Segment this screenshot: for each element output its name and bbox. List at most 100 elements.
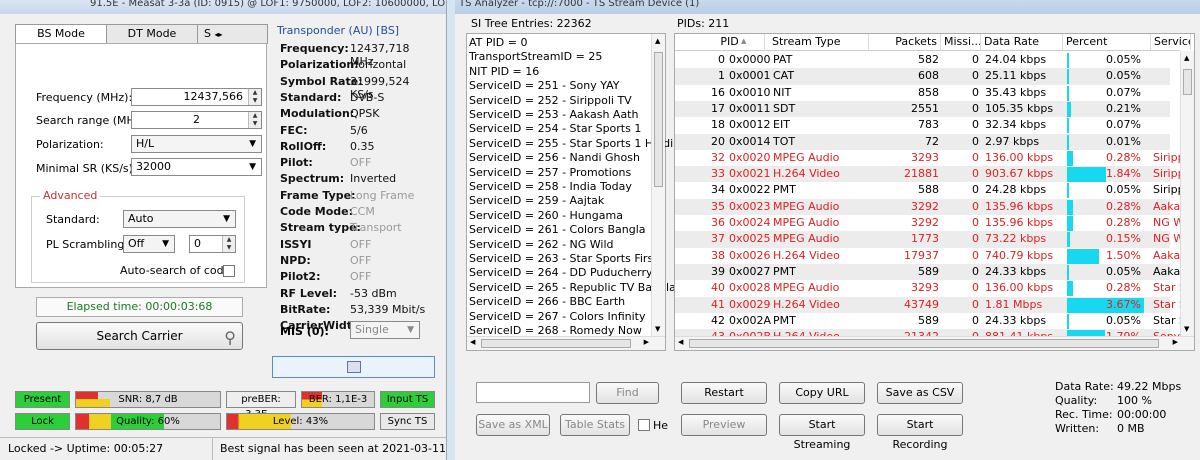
- mis-select[interactable]: Single ▼: [350, 321, 420, 339]
- table-row[interactable]: 43 0x002BH.264 Video213420 881.41 kbps1.79…: [675, 329, 1180, 336]
- scroll-right-icon[interactable]: ▶: [644, 338, 649, 346]
- frequency-spinner-icon[interactable]: ▲ ▼: [248, 89, 261, 105]
- scroll-right-icon[interactable]: ▶: [1173, 338, 1178, 346]
- pids-table[interactable]: PID Stream Type Packets Missi... Data Rate Pe…: [674, 33, 1195, 351]
- si-tree-item[interactable]: ServiceID = 262 - NG Wild: [469, 238, 614, 251]
- find-button[interactable]: Find: [596, 382, 659, 404]
- si-tree-item[interactable]: ServiceID = 266 - BBC Earth: [469, 295, 625, 308]
- hex-cell: 0x0024: [729, 216, 771, 229]
- transponder-key: Pilot:: [280, 156, 313, 170]
- tab-bs-mode[interactable]: BS Mode: [15, 24, 107, 44]
- si-horizontal-scrollbar[interactable]: ◀ ▶: [467, 336, 665, 350]
- si-tree-item[interactable]: ServiceID = 258 - India Today: [469, 180, 632, 193]
- missing-cell: 0: [972, 85, 979, 99]
- si-tree-item[interactable]: TransportStreamID = 25: [469, 50, 602, 63]
- search-range-input[interactable]: 2 ▲ ▼: [131, 111, 262, 129]
- autosearch-checkbox[interactable]: [223, 265, 235, 277]
- frequency-input[interactable]: 12437,566 ▲ ▼: [131, 88, 262, 106]
- column-header[interactable]: Data Rate: [981, 34, 1063, 50]
- column-header[interactable]: Percent: [1063, 34, 1151, 50]
- pl-code-input[interactable]: 0 ▲ ▼: [189, 235, 236, 253]
- pids-scroll-thumb[interactable]: [1183, 69, 1192, 95]
- polarization-select[interactable]: H/L ▼: [131, 135, 262, 153]
- start-recording-button[interactable]: Start Recording: [877, 414, 963, 451]
- table-row[interactable]: 33 0x0021 H.264 Video 21881 0 903.67 kbps 1.84…: [675, 166, 1180, 183]
- start-streaming-button[interactable]: Start Streaming: [779, 414, 865, 451]
- table-row[interactable]: 39 0x0027PMT 589 0 24.33 kbps 0.05% Aakash: [675, 263, 1180, 281]
- si-tree-item[interactable]: ServiceID = 259 - Aajtak: [469, 194, 604, 207]
- stream-type-cell: MPEG Audio: [773, 216, 840, 229]
- column-header[interactable]: Stream Type: [769, 34, 869, 50]
- column-header[interactable]: Missi...: [941, 34, 981, 50]
- spectrum-button[interactable]: [272, 356, 435, 378]
- si-tree-item[interactable]: ServiceID = 255 - Star Sports 1 Hindi: [469, 137, 673, 150]
- transponder-key: Standard:: [280, 90, 342, 104]
- standard-select[interactable]: Auto ▼: [123, 210, 236, 228]
- copy-url-button[interactable]: Copy URL: [779, 382, 865, 404]
- table-row[interactable]: 18 0x0012 EIT 783 0 32.34 kbps 0.07%: [675, 117, 1170, 134]
- he-checkbox[interactable]: [638, 419, 650, 431]
- si-tree-item[interactable]: ServiceID = 251 - Sony YAY: [469, 79, 619, 92]
- si-tree-list[interactable]: AT PID = 0 TransportStreamID = 25 NIT PID …: [466, 33, 676, 351]
- tab-s[interactable]: S ◂▸: [197, 24, 268, 44]
- table-row[interactable]: 37 0x0025 MPEG Audio 1773 0 73.22 kbps 0.15% NG…: [675, 231, 1180, 248]
- tab-dt-mode[interactable]: DT Mode: [106, 24, 198, 44]
- save-as-csv-button[interactable]: Save as CSV: [877, 382, 963, 404]
- table-row[interactable]: 17 0x0011 SDT 2551 0 105.35 kbps 0.21%: [675, 100, 1170, 118]
- si-hscroll-thumb[interactable]: [481, 339, 631, 348]
- save-as-xml-button[interactable]: Save as XML: [476, 414, 550, 436]
- si-tree-item[interactable]: ServiceID = 256 - Nandi Ghosh: [469, 151, 640, 164]
- minimal-sr-combo[interactable]: 32000 ▼: [131, 158, 262, 176]
- si-tree-item[interactable]: ServiceID = 260 - Hungama: [469, 209, 623, 222]
- column-header[interactable]: PID: [695, 34, 765, 50]
- table-stats-button[interactable]: Table Stats: [560, 414, 630, 436]
- pids-horizontal-scrollbar[interactable]: ◀ ▶: [675, 336, 1194, 350]
- scroll-up-icon[interactable]: ▲: [1184, 54, 1189, 62]
- scroll-down-icon[interactable]: ▼: [655, 325, 660, 333]
- table-row[interactable]: 40 0x0028 MPEG Audio 3293 0 136.00 kbps 0.28% S…: [675, 280, 1180, 297]
- scroll-left-icon[interactable]: ◀: [470, 338, 475, 346]
- search-range-spinner-icon[interactable]: ▲ ▼: [248, 112, 261, 128]
- si-tree-item[interactable]: ServiceID = 265 - Republic TV Bangla: [469, 281, 676, 294]
- table-row[interactable]: 0 0x0000 PAT 582 0 24.04 kbps 0.05%: [675, 52, 1170, 68]
- percent-cell: 1.79%: [1067, 329, 1151, 336]
- table-row[interactable]: 42 0x002APMT 589 0 24.33 kbps 0.05% Star Sp: [675, 313, 1180, 329]
- scroll-down-icon[interactable]: ▼: [1184, 325, 1189, 333]
- si-tree-item[interactable]: ServiceID = 257 - Promotions: [469, 166, 631, 179]
- si-scroll-thumb[interactable]: [654, 52, 663, 187]
- scroll-up-icon[interactable]: ▲: [655, 37, 660, 45]
- si-tree-item[interactable]: ServiceID = 254 - Star Sports 1: [469, 122, 641, 135]
- table-row[interactable]: 41 0x0029 H.264 Video 43749 0 1.81 Mbps 3.67% S…: [675, 296, 1180, 313]
- preview-button[interactable]: Preview: [681, 414, 767, 436]
- table-row[interactable]: 20 0x0014 TOT 72 0 2.97 kbps 0.01%: [675, 133, 1170, 150]
- pids-hscroll-thumb[interactable]: [689, 339, 1159, 348]
- hex-cell: 0x0028: [729, 281, 771, 295]
- si-tree-item[interactable]: AT PID = 0: [469, 36, 527, 49]
- restart-button[interactable]: Restart: [681, 382, 767, 404]
- si-tree-item[interactable]: ServiceID = 261 - Colors Bangla: [469, 223, 646, 236]
- find-input[interactable]: [476, 382, 590, 403]
- pl-scrambling-select[interactable]: Off ▼: [123, 235, 175, 253]
- tab-scroll-icon[interactable]: ◂▸: [214, 30, 222, 39]
- pids-vertical-scrollbar[interactable]: ▲ ▼: [1180, 51, 1194, 336]
- si-tree-item[interactable]: ServiceID = 253 - Aakash Aath: [469, 108, 638, 121]
- table-row[interactable]: 35 0x0023 MPEG Audio 3292 0 135.96 kbps 0.28% A…: [675, 198, 1180, 215]
- table-row[interactable]: 32 0x0020 MPEG Audio 3293 0 136.00 kbps 0.28% S…: [675, 150, 1180, 166]
- column-header[interactable]: Service: [1151, 34, 1191, 50]
- table-row[interactable]: 1 0x0001 CAT 608 0 25.11 kbps 0.05%: [675, 68, 1170, 85]
- pl-code-spinner-icon[interactable]: ▲ ▼: [222, 236, 235, 252]
- table-row[interactable]: 34 0x0022PMT 588 0 24.28 kbps 0.05% Sirippo: [675, 182, 1180, 199]
- scroll-left-icon[interactable]: ◀: [678, 338, 683, 346]
- si-tree-item[interactable]: ServiceID = 264 - DD Puducherry: [469, 266, 653, 279]
- table-row[interactable]: 16 0x0010 NIT 858 0 35.43 kbps 0.07%: [675, 85, 1170, 101]
- si-tree-item[interactable]: ServiceID = 263 - Star Sports First: [469, 252, 658, 265]
- search-carrier-button[interactable]: Search Carrier ⚲: [36, 322, 243, 350]
- si-tree-item[interactable]: ServiceID = 252 - Sirippoli TV: [469, 94, 632, 107]
- table-row[interactable]: 36 0x0024 MPEG Audio 3292 0 135.96 kbps 0.28% N…: [675, 215, 1180, 231]
- table-row[interactable]: 38 0x0026 H.264 Video 17937 0 740.79 kbps 1.50…: [675, 248, 1180, 264]
- column-header[interactable]: Packets: [869, 34, 941, 50]
- mis-label: MIS (0):: [280, 325, 329, 338]
- si-vertical-scrollbar[interactable]: ▲ ▼: [651, 34, 665, 336]
- si-tree-item[interactable]: NIT PID = 16: [469, 65, 539, 78]
- si-tree-item[interactable]: ServiceID = 267 - Colors Infinity: [469, 310, 645, 323]
